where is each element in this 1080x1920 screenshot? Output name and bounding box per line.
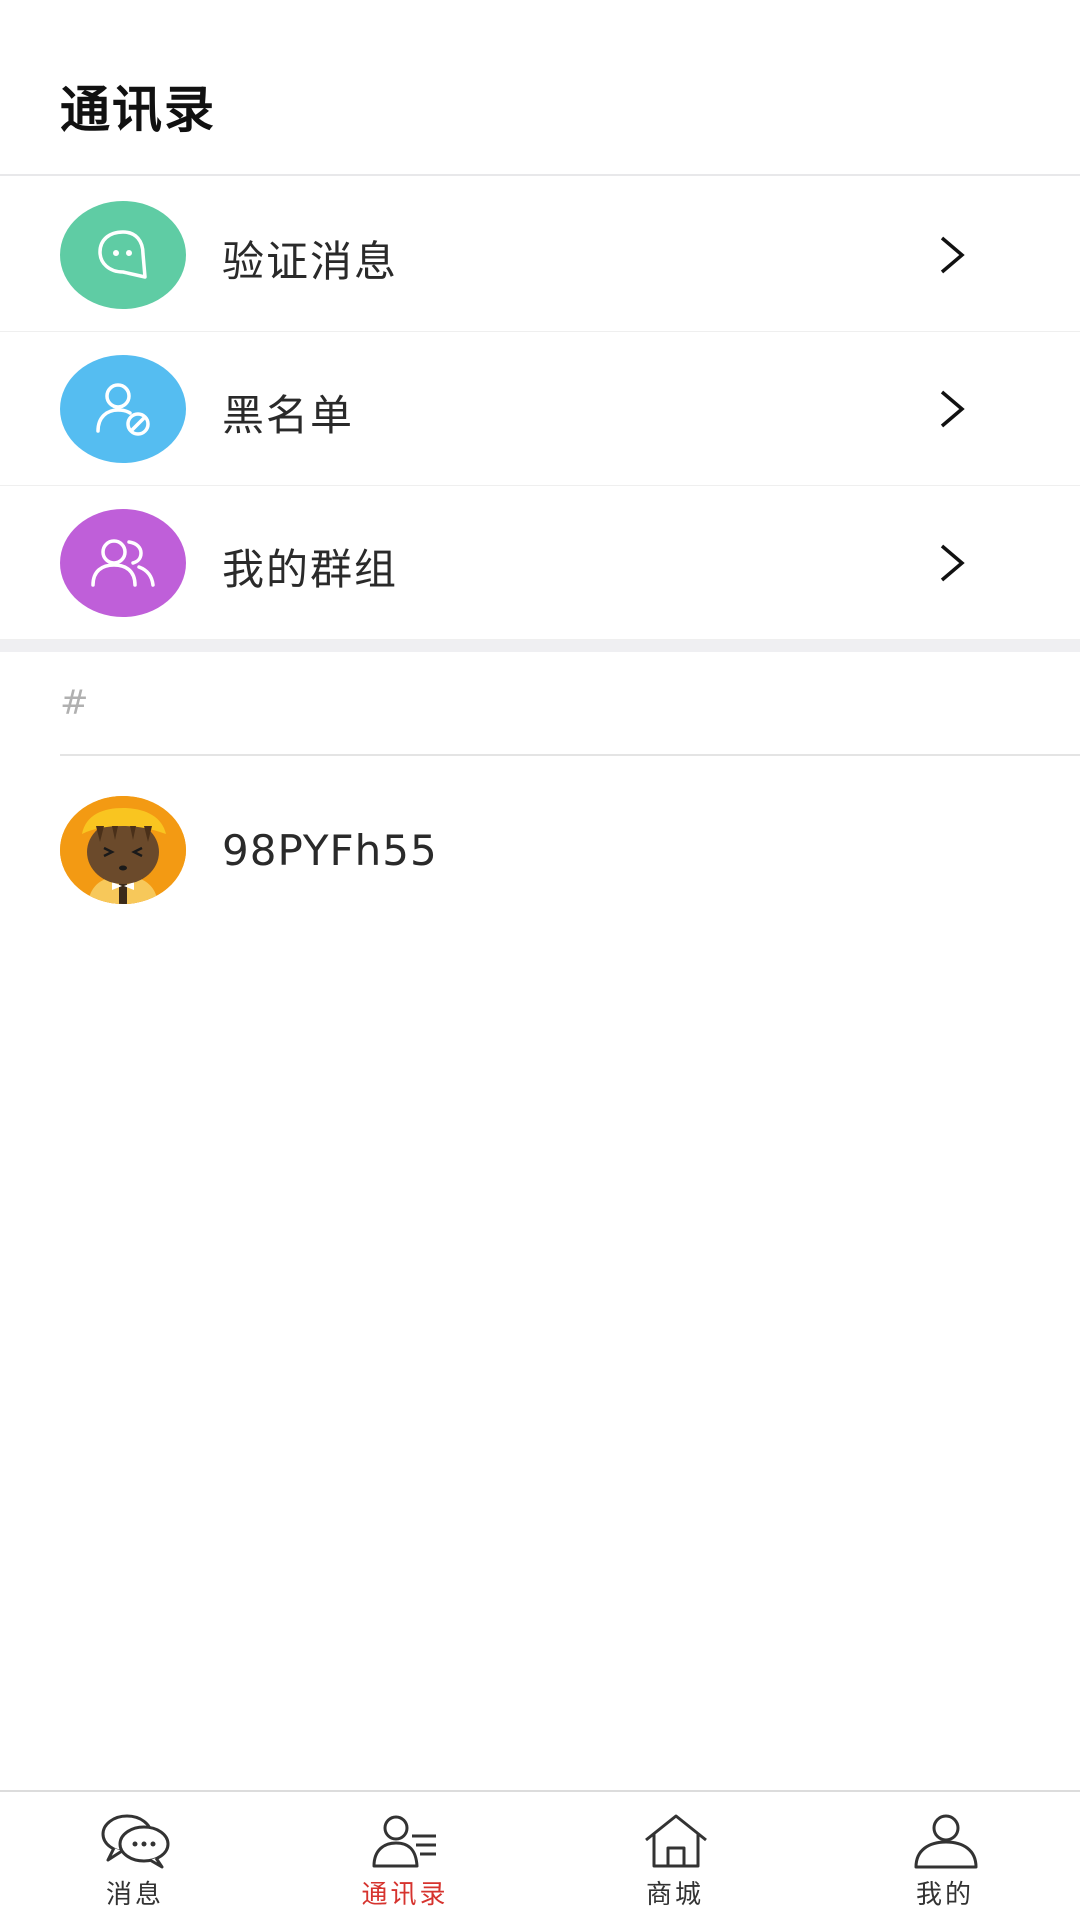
divider bbox=[60, 754, 1080, 756]
index-letter: # bbox=[60, 683, 89, 723]
tab-label: 商城 bbox=[645, 1880, 704, 1910]
chevron-right-icon bbox=[940, 236, 965, 274]
contacts-icon bbox=[372, 1815, 436, 1868]
messages-icon bbox=[101, 1814, 170, 1869]
home-icon bbox=[645, 1814, 707, 1868]
menu-item-label: 我的群组 bbox=[222, 545, 399, 594]
profile-icon bbox=[914, 1814, 978, 1869]
section-separator bbox=[0, 640, 1080, 652]
tab-label: 消息 bbox=[105, 1880, 164, 1910]
menu-item-label: 验证消息 bbox=[222, 237, 399, 286]
contacts-page: 通讯录 验证消息 黑名单 我的群组 # 98PYFh55 消息 通讯录 商城 我… bbox=[0, 0, 1080, 1920]
page-title: 通讯录 bbox=[60, 81, 216, 139]
chevron-right-icon bbox=[940, 390, 965, 428]
bottom-tab-bar: 消息 通讯录 商城 我的 bbox=[0, 1790, 1080, 1920]
menu-item-blacklist[interactable]: 黑名单 bbox=[0, 332, 1080, 486]
avatar bbox=[60, 796, 186, 904]
group-icon bbox=[60, 509, 186, 617]
tab-messages[interactable]: 消息 bbox=[0, 1792, 270, 1920]
tab-label: 通讯录 bbox=[361, 1880, 449, 1910]
contact-item[interactable]: 98PYFh55 bbox=[0, 790, 1080, 910]
tab-mall[interactable]: 商城 bbox=[540, 1792, 810, 1920]
tab-label: 我的 bbox=[915, 1880, 974, 1910]
contact-name: 98PYFh55 bbox=[222, 826, 438, 875]
tab-contacts[interactable]: 通讯录 bbox=[270, 1792, 540, 1920]
chevron-right-icon bbox=[940, 544, 965, 582]
user-blocked-icon bbox=[60, 355, 186, 463]
tab-me[interactable]: 我的 bbox=[810, 1792, 1080, 1920]
chat-bubble-icon bbox=[60, 201, 186, 309]
menu-item-my-groups[interactable]: 我的群组 bbox=[0, 486, 1080, 640]
menu-item-label: 黑名单 bbox=[222, 391, 355, 440]
header: 通讯录 bbox=[0, 0, 1080, 176]
menu-item-verify-messages[interactable]: 验证消息 bbox=[0, 178, 1080, 332]
